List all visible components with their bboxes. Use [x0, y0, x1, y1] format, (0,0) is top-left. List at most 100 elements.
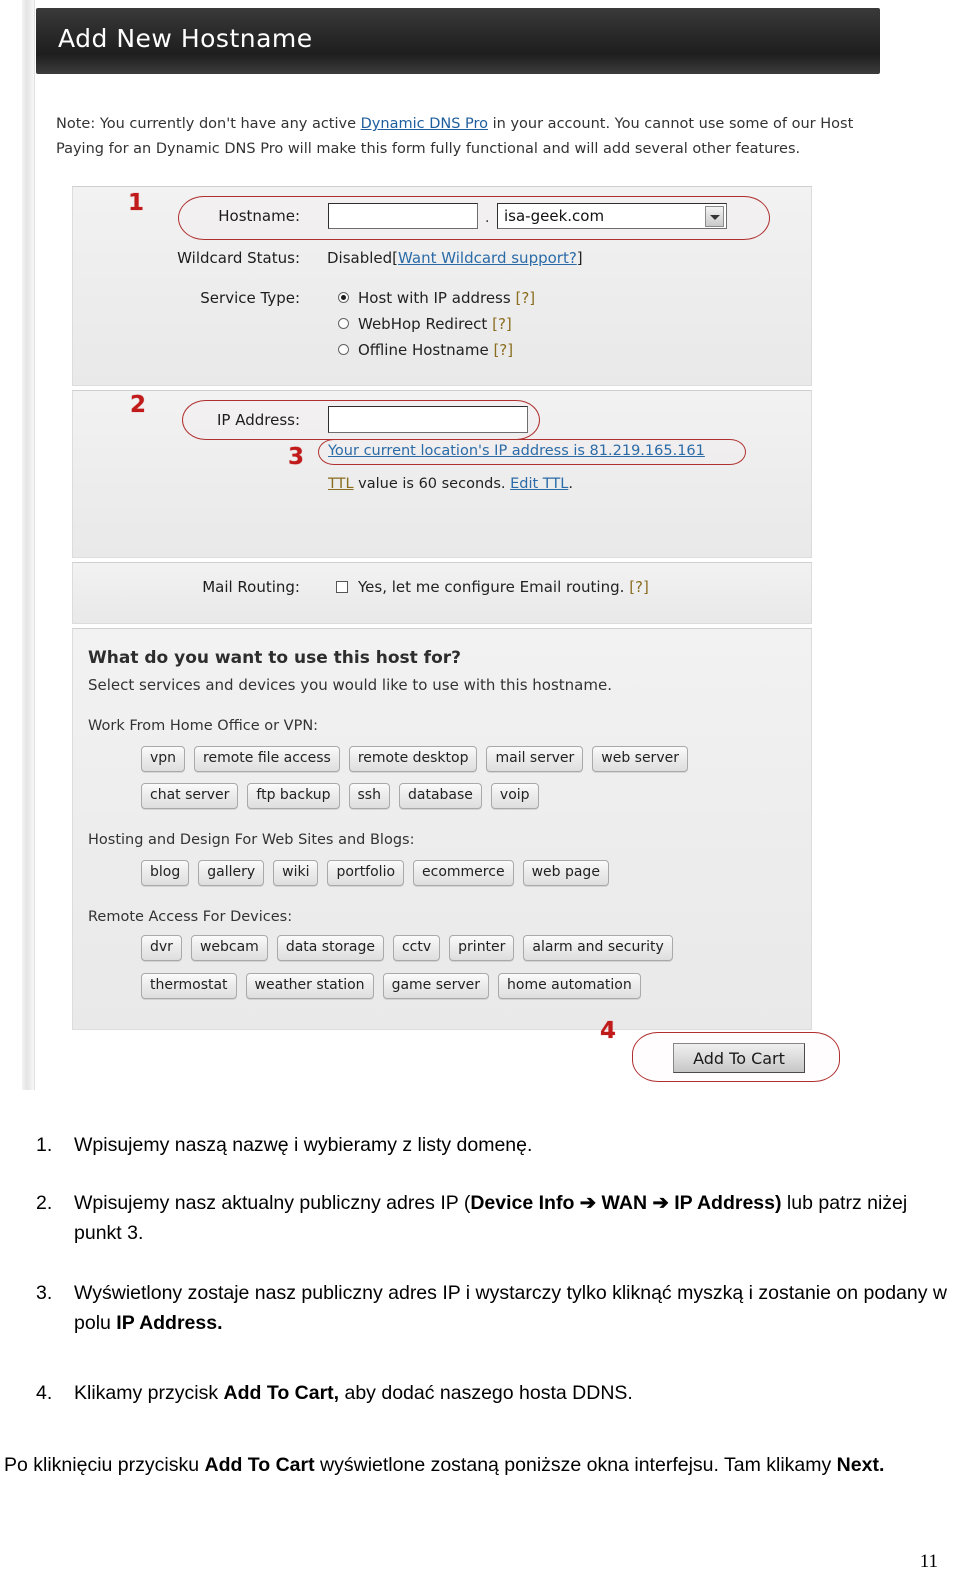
instruction-item-3: 3. Wyświetlony zostaje nasz publiczny ad…: [36, 1278, 948, 1338]
help-icon-host-with-ip[interactable]: [?]: [515, 289, 535, 307]
ip-address-label: IP Address:: [216, 411, 300, 429]
page-title: Add New Hostname: [58, 24, 313, 53]
hostname-label: Hostname:: [218, 207, 300, 225]
tag-web-server[interactable]: web server: [592, 746, 688, 772]
instruction-item-2-number: 2.: [36, 1192, 53, 1214]
tag-weather-station[interactable]: weather station: [245, 973, 374, 999]
wildcard-status-value: Disabled: [327, 249, 393, 267]
mail-routing-checkbox[interactable]: [336, 581, 348, 593]
edit-ttl-link[interactable]: Edit TTL: [510, 476, 568, 492]
note-line1-post: in your account. You cannot use some of …: [488, 116, 854, 132]
tag-thermostat[interactable]: thermostat: [141, 973, 237, 999]
radio-webhop-redirect[interactable]: [338, 318, 349, 329]
tag-ssh[interactable]: ssh: [348, 783, 390, 809]
tag-webcam[interactable]: webcam: [190, 935, 268, 961]
tag-wiki[interactable]: wiki: [273, 860, 319, 886]
usage-group-0-label: Work From Home Office or VPN:: [88, 718, 319, 734]
usage-group-2-row-1: thermostat weather station game server h…: [141, 973, 641, 999]
usage-group-0-row-1: chat server ftp backup ssh database voip: [141, 783, 539, 809]
usage-subheading: Select services and devices you would li…: [88, 676, 612, 694]
radio-offline-hostname[interactable]: [338, 344, 349, 355]
page-number: 11: [919, 1551, 938, 1572]
service-option-2-label: Offline Hostname: [358, 341, 489, 359]
page-margin: [0, 0, 22, 1090]
tag-remote-file-access[interactable]: remote file access: [194, 746, 340, 772]
service-option-1-label: WebHop Redirect: [358, 315, 488, 333]
tag-data-storage[interactable]: data storage: [276, 935, 384, 961]
tag-game-server[interactable]: game server: [382, 973, 490, 999]
note-line1-pre: Note: You currently don't have any activ…: [56, 116, 361, 132]
tag-database[interactable]: database: [398, 783, 482, 809]
tag-voip[interactable]: voip: [490, 783, 539, 809]
help-icon-offline-hostname[interactable]: [?]: [493, 341, 513, 359]
callout-number-4: 4: [600, 1018, 617, 1044]
radio-host-with-ip[interactable]: [338, 292, 349, 303]
tag-dvr[interactable]: dvr: [141, 935, 182, 961]
dynamic-dns-pro-link[interactable]: Dynamic DNS Pro: [361, 116, 488, 132]
ttl-info-row: TTL value is 60 seconds. Edit TTL.: [328, 476, 573, 492]
closing-paragraph: Po kliknięciu przycisku Add To Cart wyśw…: [4, 1454, 885, 1476]
instruction-item-1-number: 1.: [36, 1134, 53, 1156]
usage-group-1-label: Hosting and Design For Web Sites and Blo…: [88, 832, 415, 848]
callout-number-3: 3: [288, 444, 305, 470]
chevron-down-icon[interactable]: [705, 206, 724, 227]
tag-printer[interactable]: printer: [449, 935, 515, 961]
ip-address-input[interactable]: [328, 406, 528, 433]
service-option-1[interactable]: WebHop Redirect [?]: [358, 315, 512, 333]
usage-group-2-label: Remote Access For Devices:: [88, 909, 293, 925]
tag-mail-server[interactable]: mail server: [486, 746, 584, 772]
service-type-label: Service Type:: [200, 289, 300, 307]
mail-routing-option[interactable]: Yes, let me configure Email routing. [?]: [358, 578, 649, 596]
instruction-item-2: 2. Wpisujemy nasz aktualny publiczny adr…: [36, 1188, 946, 1248]
tag-vpn[interactable]: vpn: [141, 746, 186, 772]
callout-number-1: 1: [128, 190, 145, 216]
tag-gallery[interactable]: gallery: [198, 860, 265, 886]
service-option-0[interactable]: Host with IP address [?]: [358, 289, 535, 307]
ttl-period: .: [568, 476, 573, 492]
mail-routing-checkbox-label: Yes, let me configure Email routing.: [358, 578, 625, 596]
instruction-item-3-number: 3.: [36, 1282, 53, 1304]
instruction-item-4: 4. Klikamy przycisk Add To Cart, aby dod…: [36, 1378, 936, 1408]
account-note: Note: You currently don't have any activ…: [56, 112, 936, 162]
instruction-item-3-text: Wyświetlony zostaje nasz publiczny adres…: [74, 1282, 947, 1334]
tag-web-page[interactable]: web page: [522, 860, 609, 886]
instruction-item-4-text: Klikamy przycisk Add To Cart, aby dodać …: [74, 1382, 633, 1404]
account-note-line1: Note: You currently don't have any activ…: [56, 112, 936, 137]
screenshot-region: Add New Hostname Note: You currently don…: [0, 0, 960, 1100]
service-option-2[interactable]: Offline Hostname [?]: [358, 341, 513, 359]
wildcard-status-value-row: Disabled[Want Wildcard support?]: [327, 249, 583, 267]
tag-blog[interactable]: blog: [141, 860, 190, 886]
tag-chat-server[interactable]: chat server: [141, 783, 239, 809]
hostname-dot: .: [485, 210, 490, 226]
usage-group-1-row-0: blog gallery wiki portfolio ecommerce we…: [141, 860, 609, 886]
usage-group-2-row-0: dvr webcam data storage cctv printer ala…: [141, 935, 673, 961]
usage-heading: What do you want to use this host for?: [88, 648, 461, 668]
usage-group-0-row-0: vpn remote file access remote desktop ma…: [141, 746, 688, 772]
detected-ip-link[interactable]: Your current location's IP address is 81…: [328, 443, 705, 459]
tag-cctv[interactable]: cctv: [392, 935, 441, 961]
wildcard-status-label: Wildcard Status:: [177, 249, 300, 267]
window-titlebar: Add New Hostname: [36, 8, 880, 74]
wildcard-bracket-close: ]: [576, 249, 583, 267]
tag-portfolio[interactable]: portfolio: [327, 860, 405, 886]
account-note-line2: Paying for an Dynamic DNS Pro will make …: [56, 141, 801, 157]
tag-ftp-backup[interactable]: ftp backup: [247, 783, 340, 809]
callout-number-2: 2: [130, 392, 147, 418]
page-scroll-gutter[interactable]: [22, 0, 35, 1090]
ttl-text-mid: value is 60 seconds.: [353, 476, 511, 492]
help-icon-webhop-redirect[interactable]: [?]: [492, 315, 512, 333]
ttl-link[interactable]: TTL: [328, 476, 354, 492]
add-to-cart-button[interactable]: Add To Cart: [673, 1043, 805, 1073]
mail-routing-label: Mail Routing:: [202, 578, 300, 596]
instruction-item-2-text: Wpisujemy nasz aktualny publiczny adres …: [74, 1192, 908, 1244]
hostname-input[interactable]: [328, 203, 478, 229]
help-icon-mail-routing[interactable]: [?]: [629, 578, 649, 596]
tag-home-automation[interactable]: home automation: [498, 973, 641, 999]
tag-alarm-and-security[interactable]: alarm and security: [523, 935, 673, 961]
want-wildcard-support-link[interactable]: Want Wildcard support?: [398, 249, 577, 267]
domain-select[interactable]: isa-geek.com: [497, 203, 727, 229]
tag-ecommerce[interactable]: ecommerce: [413, 860, 514, 886]
tag-remote-desktop[interactable]: remote desktop: [348, 746, 478, 772]
instruction-item-1-text: Wpisujemy naszą nazwę i wybieramy z list…: [74, 1134, 533, 1156]
instruction-item-1: 1. Wpisujemy naszą nazwę i wybieramy z l…: [36, 1130, 926, 1160]
